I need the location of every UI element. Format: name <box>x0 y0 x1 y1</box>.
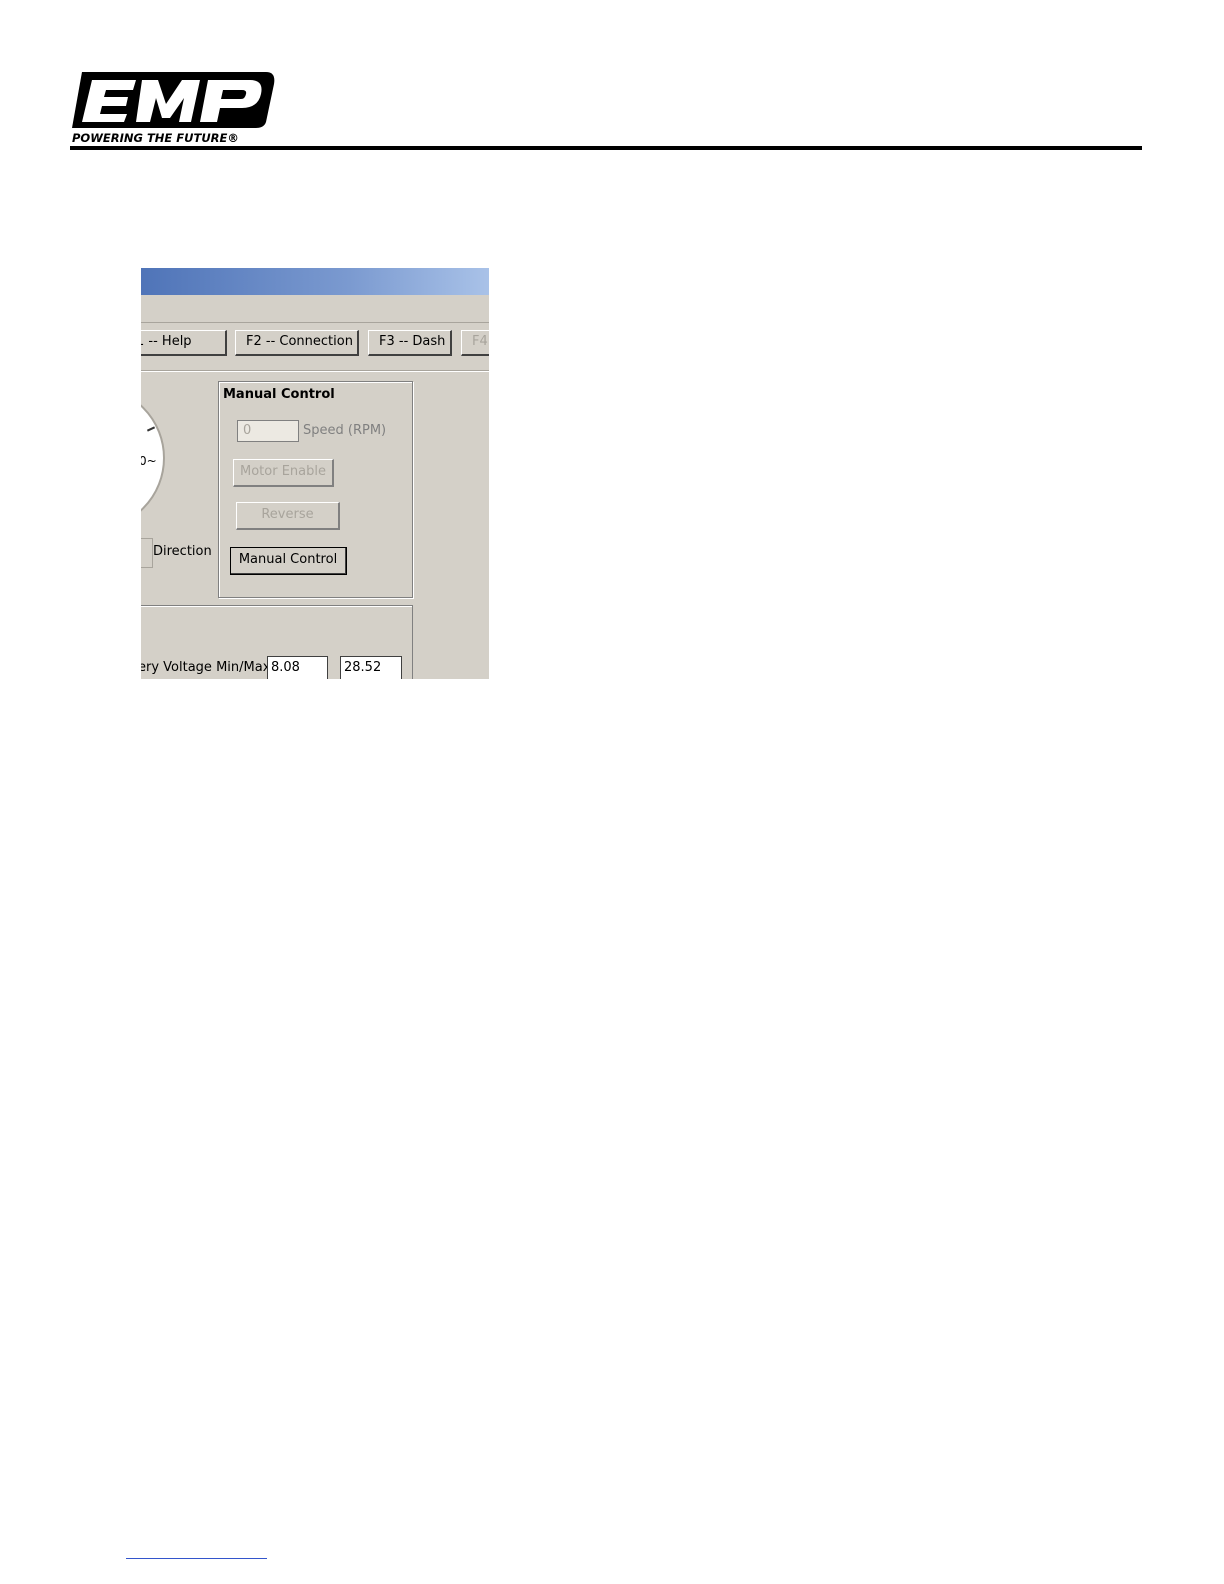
help-button[interactable]: 1 -- Help <box>141 330 227 356</box>
toolbar-separator <box>141 370 489 372</box>
direction-label: Direction <box>153 544 212 559</box>
reverse-button[interactable]: Reverse <box>236 502 340 530</box>
manual-control-button[interactable]: Manual Control <box>230 547 347 575</box>
menu-bar <box>141 295 489 323</box>
app-screenshot: 1 -- Help F2 -- Connection F3 -- Dash F4… <box>141 268 489 679</box>
f4-button[interactable]: F4 <box>461 330 489 356</box>
direction-indicator <box>141 538 153 568</box>
connection-button[interactable]: F2 -- Connection <box>235 330 359 356</box>
logo-tagline: POWERING THE FUTURE® <box>72 131 239 145</box>
window-titlebar <box>141 268 489 295</box>
dash-button-label: F3 -- Dash <box>379 334 446 349</box>
document-page: POWERING THE FUTURE® 1 -- Help F2 -- Con… <box>0 0 1224 1584</box>
emp-logo: POWERING THE FUTURE® <box>70 70 276 146</box>
battery-voltage-label: ery Voltage Min/Max <box>141 660 271 675</box>
speed-input[interactable]: 0 <box>237 420 299 442</box>
motor-enable-button[interactable]: Motor Enable <box>233 459 334 487</box>
battery-voltage-min: 8.08 <box>267 656 328 679</box>
manual-control-title: Manual Control <box>223 387 335 402</box>
connection-button-label: F2 -- Connection <box>246 334 353 349</box>
help-button-label: 1 -- Help <box>141 334 192 349</box>
gauge-label: 0~ <box>141 454 157 468</box>
header-rule <box>70 146 1142 150</box>
footer-link-underline[interactable] <box>126 1558 267 1559</box>
f4-button-label: F4 <box>472 334 488 349</box>
function-key-toolbar: 1 -- Help F2 -- Connection F3 -- Dash F4 <box>141 330 489 358</box>
speed-label: Speed (RPM) <box>303 423 387 438</box>
dash-button[interactable]: F3 -- Dash <box>368 330 452 356</box>
battery-voltage-max: 28.52 <box>340 656 402 679</box>
